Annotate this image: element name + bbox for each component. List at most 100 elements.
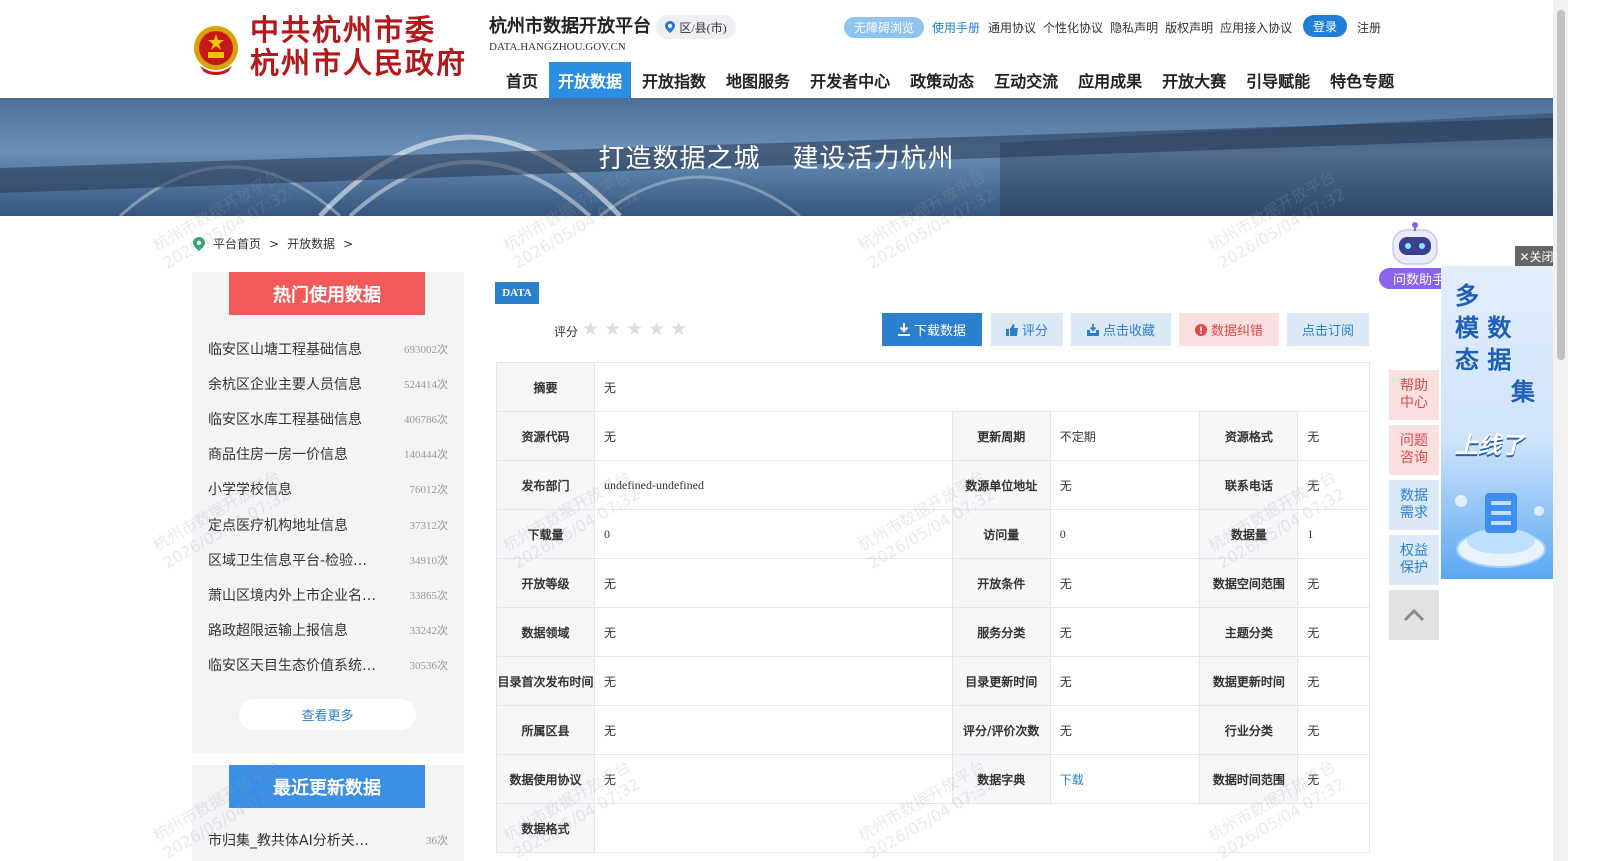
scrollbar-thumb[interactable]: [1557, 10, 1565, 360]
recent-item-name: 市归集_教共体AI分析关…: [208, 833, 369, 849]
favorite-button[interactable]: 点击收藏: [1071, 313, 1171, 346]
accessibility-button[interactable]: 无障碍浏览: [844, 16, 925, 38]
platform-title: 杭州市数据开放平台: [489, 16, 651, 37]
national-emblem-icon: [194, 26, 238, 75]
list-item[interactable]: 余杭区企业主要人员信息 524414次: [208, 366, 448, 401]
star-icon[interactable]: ★: [670, 318, 687, 340]
location-pin-icon: [193, 236, 205, 251]
hot-item-count: 406786次: [404, 413, 448, 426]
list-item[interactable]: 临安区山塘工程基础信息 693002次: [208, 331, 448, 366]
banner-slogan: 打造数据之城 建设活力杭州: [0, 138, 1553, 175]
table-value: 无: [594, 754, 953, 804]
list-item[interactable]: 临安区水库工程基础信息 406786次: [208, 401, 448, 436]
app-access-agreement-link[interactable]: 应用接入协议: [1220, 19, 1292, 36]
promo-line: 态 据: [1455, 346, 1512, 374]
list-item[interactable]: 路政超限运输上报信息 33242次: [208, 613, 448, 648]
view-more-button[interactable]: 查看更多: [239, 699, 416, 730]
table-value: 0: [1049, 509, 1201, 559]
report-error-button[interactable]: 数据纠错: [1179, 313, 1279, 346]
table-key: 访问量: [951, 509, 1051, 559]
nav-policy[interactable]: 政策动态: [901, 62, 983, 98]
promo-headline: 多 模 数 态 据 集: [1455, 280, 1535, 408]
table-key: 开放等级: [496, 558, 595, 608]
table-key: 数源单位地址: [951, 460, 1051, 510]
data-dictionary-download-link[interactable]: 下载: [1049, 754, 1201, 804]
list-item[interactable]: 定点医疗机构地址信息 37312次: [208, 507, 448, 542]
table-value: 无: [1297, 656, 1370, 706]
multimodal-dataset-promo[interactable]: 多 模 数 态 据 集 上线了: [1441, 266, 1558, 579]
nav-open-index[interactable]: 开放指数: [633, 62, 715, 98]
nav-topics[interactable]: 特色专题: [1321, 62, 1403, 98]
user-manual-link[interactable]: 使用手册: [932, 19, 980, 36]
register-link[interactable]: 注册: [1357, 19, 1381, 36]
page-scrollbar[interactable]: [1553, 0, 1568, 861]
nav-interaction[interactable]: 互动交流: [985, 62, 1067, 98]
hot-item-name: 临安区山塘工程基础信息: [208, 341, 362, 358]
region-selector[interactable]: 区/县(市): [656, 15, 736, 39]
table-value: 无: [594, 607, 953, 657]
star-icon[interactable]: ★: [648, 318, 665, 340]
promo-close-button[interactable]: ✕关闭: [1515, 246, 1558, 266]
general-agreement-link[interactable]: 通用协议: [988, 19, 1036, 36]
nav-contest[interactable]: 开放大赛: [1153, 62, 1235, 98]
list-item[interactable]: 小学学校信息 76012次: [208, 472, 448, 507]
database-illustration-icon: [1455, 493, 1546, 568]
subscribe-button[interactable]: 点击订阅: [1287, 313, 1369, 346]
nav-open-data[interactable]: 开放数据: [549, 62, 632, 98]
copyright-link[interactable]: 版权声明: [1165, 19, 1213, 36]
table-row: 摘要 无: [496, 362, 1370, 412]
list-item[interactable]: 市归集_教共体AI分析关… 36次: [208, 830, 448, 850]
table-value: 0: [594, 509, 953, 559]
rate-label: 评分: [1021, 324, 1048, 339]
gov-name-line1: 中共杭州市委: [250, 13, 437, 47]
list-item[interactable]: 商品住房一房一价信息 140444次: [208, 437, 448, 472]
list-item[interactable]: 萧山区境内外上市企业名… 33865次: [208, 577, 448, 612]
rating-stars[interactable]: ★ ★ ★ ★ ★: [582, 318, 687, 340]
nav-developer[interactable]: 开发者中心: [801, 62, 899, 98]
star-icon[interactable]: ★: [582, 318, 599, 340]
table-value: 无: [1297, 411, 1370, 461]
nav-map-service[interactable]: 地图服务: [717, 62, 799, 98]
star-icon[interactable]: ★: [626, 318, 643, 340]
breadcrumb-home[interactable]: 平台首页: [213, 235, 261, 252]
chevron-up-icon: [1403, 608, 1425, 622]
slogan-left: 打造数据之城: [598, 144, 761, 174]
login-button[interactable]: 登录: [1303, 15, 1347, 37]
location-pin-icon: [665, 21, 676, 33]
list-item[interactable]: 临安区天目生态价值系统… 30536次: [208, 648, 448, 683]
table-row: 数据使用协议无 数据字典 下载 数据时间范围无: [496, 754, 1370, 804]
table-row: 开放等级无 开放条件无 数据空间范围无: [496, 558, 1370, 608]
table-key: 联系电话: [1199, 460, 1299, 510]
star-icon[interactable]: ★: [604, 318, 621, 340]
table-key: 主题分类: [1199, 607, 1299, 657]
nav-empower[interactable]: 引导赋能: [1237, 62, 1319, 98]
privacy-link[interactable]: 隐私声明: [1110, 19, 1158, 36]
back-to-top-button[interactable]: [1389, 590, 1439, 640]
nav-achievements[interactable]: 应用成果: [1069, 62, 1151, 98]
data-demand-button[interactable]: 数据需求: [1389, 480, 1439, 530]
rights-protection-button[interactable]: 权益保护: [1389, 535, 1439, 585]
hot-item-name: 路政超限运输上报信息: [208, 623, 348, 640]
breadcrumb-open-data[interactable]: 开放数据: [287, 235, 335, 252]
rate-button[interactable]: 评分: [991, 313, 1063, 346]
table-value: 无: [1297, 607, 1370, 657]
question-consult-button[interactable]: 问题咨询: [1389, 425, 1439, 475]
help-center-button[interactable]: 帮助中心: [1389, 370, 1439, 420]
table-key: 服务分类: [951, 607, 1051, 657]
table-row: 下载量 0 访问量 0 数据量 1: [496, 509, 1370, 559]
table-key: 摘要: [496, 362, 595, 412]
site-header: 中共杭州市委 杭州市人民政府 杭州市数据开放平台 DATA.HANGZHOU.G…: [0, 0, 1553, 98]
nav-home[interactable]: 首页: [497, 62, 547, 98]
top-links: 无障碍浏览 使用手册 通用协议 个性化协议 隐私声明 版权声明 应用接入协议: [844, 16, 1299, 38]
personal-agreement-link[interactable]: 个性化协议: [1043, 19, 1103, 36]
list-item[interactable]: 区域卫生信息平台-检验… 34910次: [208, 542, 448, 577]
table-row: 所属区县无 评分/评价次数无 行业分类无: [496, 705, 1370, 755]
hot-item-name: 余杭区企业主要人员信息: [208, 376, 362, 393]
recent-item-count: 36次: [426, 835, 448, 847]
download-data-button[interactable]: 下载数据: [882, 313, 982, 346]
table-value: 无: [1049, 705, 1201, 755]
table-value: 无: [594, 558, 953, 608]
report-error-label: 数据纠错: [1210, 324, 1263, 339]
hot-item-count: 693002次: [404, 343, 448, 356]
table-key: 更新周期: [951, 411, 1051, 461]
